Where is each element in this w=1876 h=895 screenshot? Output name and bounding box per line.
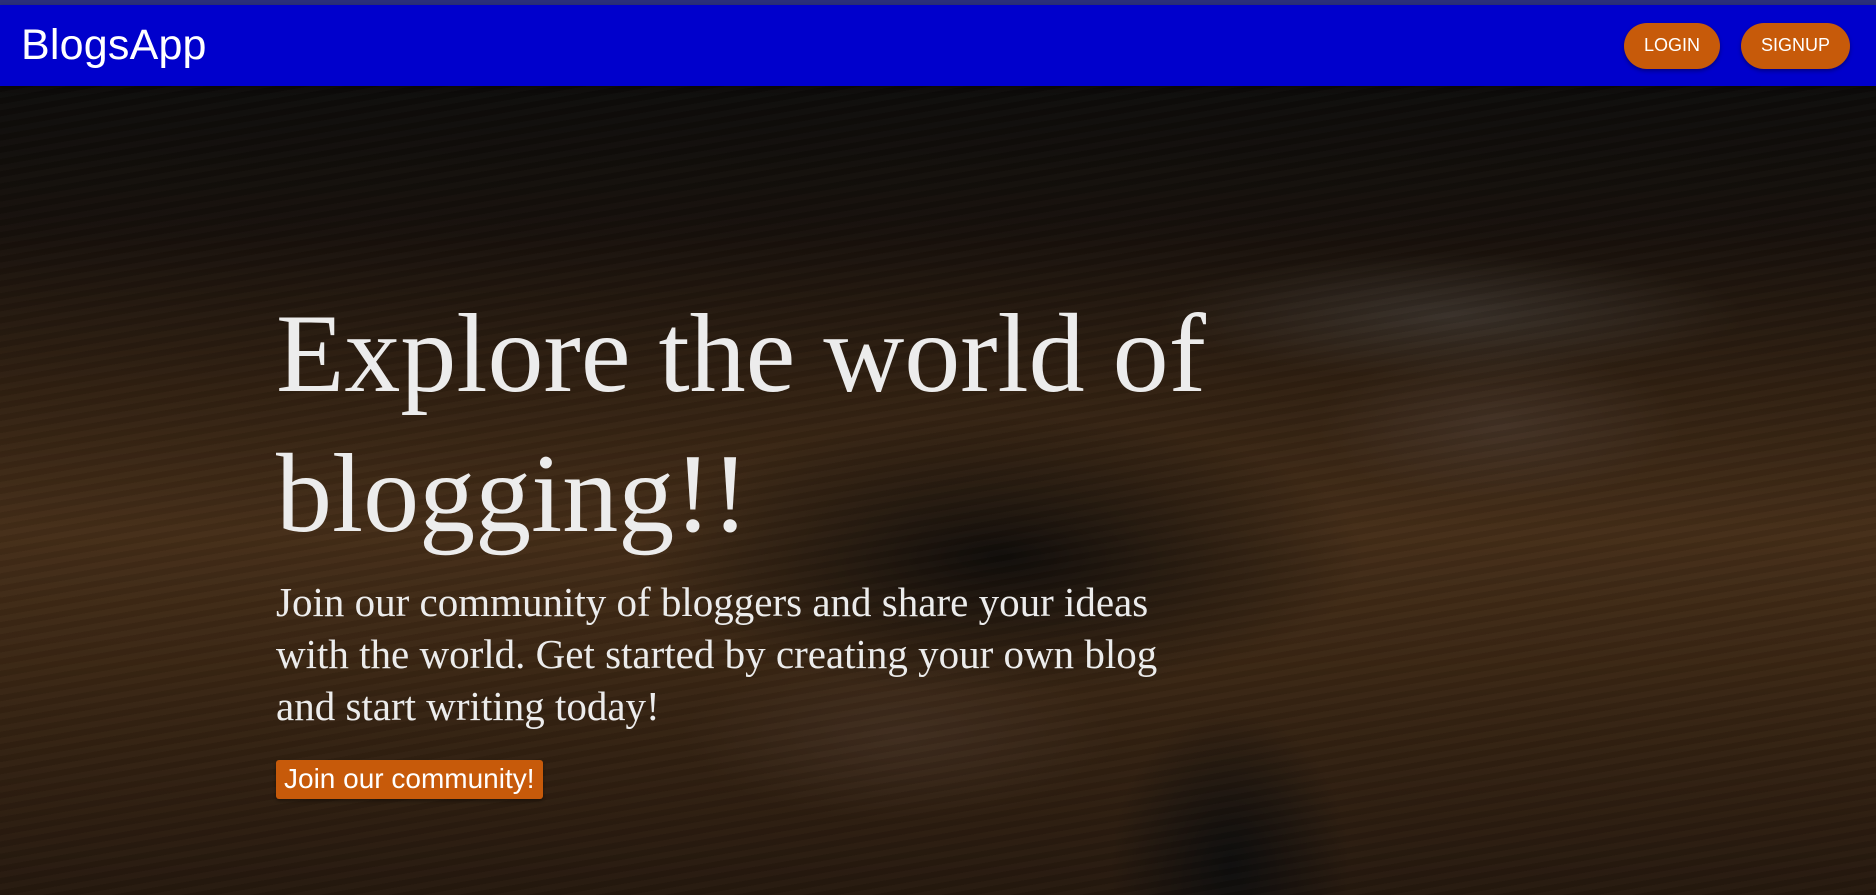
signup-button[interactable]: SIGNUP bbox=[1740, 22, 1850, 69]
hero-content: Explore the world of blogging!! Join our… bbox=[276, 284, 1206, 799]
nav-actions: LOGIN SIGNUP bbox=[1623, 22, 1850, 69]
hero-title: Explore the world of blogging!! bbox=[276, 292, 1206, 556]
join-community-button[interactable]: Join our community! bbox=[276, 760, 543, 799]
hero-section: Explore the world of blogging!! Join our… bbox=[0, 86, 1876, 895]
brand-logo[interactable]: BlogsApp bbox=[21, 21, 207, 70]
hero-subtitle: Join our community of bloggers and share… bbox=[276, 579, 1158, 729]
navbar: BlogsApp LOGIN SIGNUP bbox=[0, 5, 1876, 86]
login-button[interactable]: LOGIN bbox=[1623, 22, 1720, 69]
